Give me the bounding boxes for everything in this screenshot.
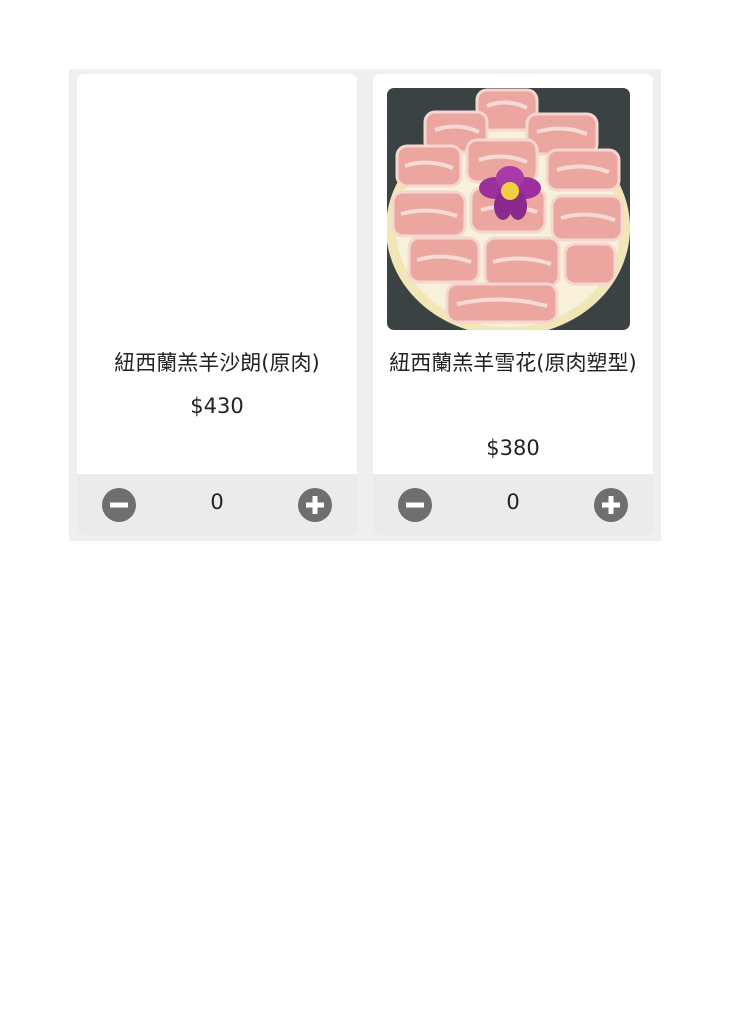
product-image[interactable] xyxy=(387,88,630,330)
product-name: 紐西蘭羔羊沙朗(原肉) xyxy=(114,351,320,375)
product-name: 紐西蘭羔羊雪花(原肉塑型) xyxy=(389,351,637,375)
plus-circle-icon[interactable] xyxy=(594,488,628,522)
quantity-stepper: 0 xyxy=(373,474,653,535)
quantity-stepper: 0 xyxy=(77,474,357,535)
product-price: $380 xyxy=(486,436,540,460)
product-card[interactable]: 紐西蘭羔羊沙朗(原肉) $430 0 xyxy=(77,74,357,535)
product-card[interactable]: 紐西蘭羔羊雪花(原肉塑型) $380 0 xyxy=(373,74,653,535)
product-price: $430 xyxy=(190,394,244,418)
product-image-placeholder[interactable] xyxy=(91,88,334,330)
lamb-platter-photo xyxy=(387,88,630,330)
plus-circle-icon[interactable] xyxy=(298,488,332,522)
product-grid: 紐西蘭羔羊沙朗(原肉) $430 0 紐西蘭羔羊雪花(原肉塑型) $380 0 xyxy=(69,69,661,541)
